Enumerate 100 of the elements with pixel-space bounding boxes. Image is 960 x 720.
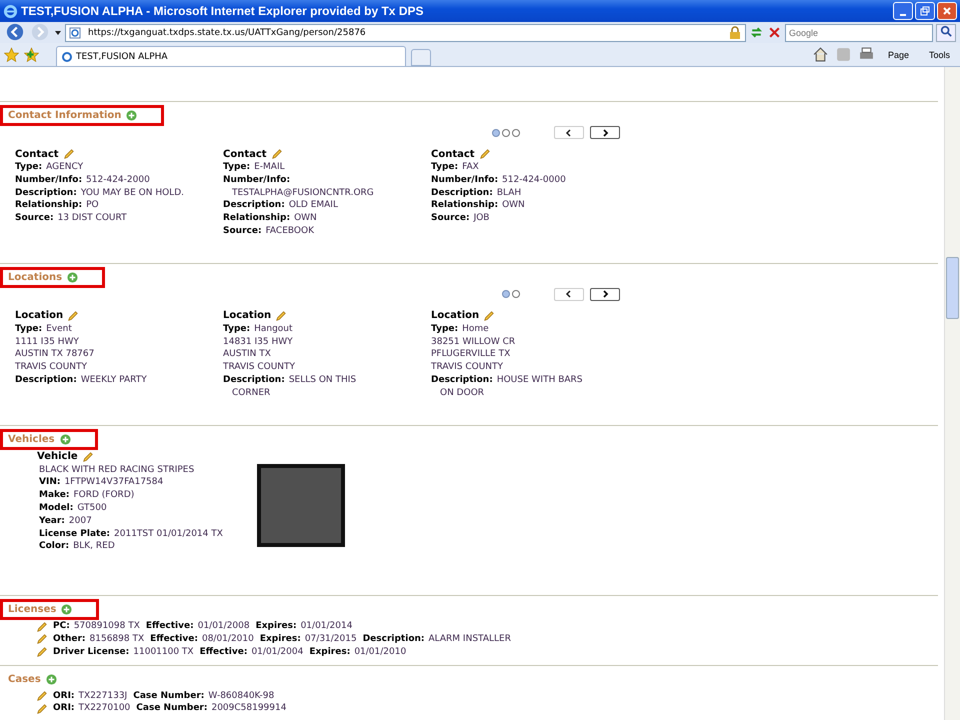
address-field[interactable]: https://txganguat.txdps.state.tx.us/UATTxGang/person/25876 (65, 24, 746, 42)
pencil-icon[interactable] (275, 310, 288, 322)
field-line: Type: Hangout (223, 322, 294, 336)
pager-dot[interactable] (512, 290, 520, 298)
pencil-icon[interactable] (36, 633, 48, 646)
chevron-left-icon (565, 290, 573, 298)
pager-dot[interactable] (502, 290, 510, 298)
field-line: PFLUGERVILLE TX (431, 348, 512, 362)
field-line: Number/Info: 512-424-2000 (15, 174, 151, 187)
chevron-left-icon (565, 128, 573, 136)
pencil-icon[interactable] (36, 702, 48, 715)
card-title: Contact (223, 148, 267, 160)
add-icon[interactable] (126, 110, 138, 121)
browser-logo-icon (3, 4, 18, 18)
next-button[interactable] (590, 288, 620, 301)
field-line: Description: OLD EMAIL (223, 199, 339, 212)
field-line: TRAVIS COUNTY (431, 361, 504, 374)
field-value: CORNER (231, 386, 272, 400)
pencil-icon[interactable] (36, 620, 48, 633)
field-line: Relationship: PO (15, 199, 100, 212)
field-line: AUSTIN TX (223, 348, 272, 362)
add-icon[interactable] (46, 674, 57, 685)
field-line: Relationship: OWN (431, 199, 526, 212)
card-title: Vehicle (37, 451, 78, 462)
refresh-icon[interactable] (749, 25, 764, 40)
field-line: Source: JOB (431, 212, 490, 225)
browser-tab[interactable]: TEST,FUSION ALPHA (56, 46, 406, 66)
next-button[interactable] (590, 126, 620, 139)
pager-dot[interactable] (502, 128, 510, 136)
field-line: Year: 2007 (39, 514, 93, 528)
field-line: Description: HOUSE WITH BARS (431, 374, 584, 387)
pencil-icon[interactable] (67, 310, 80, 322)
card-title: Location (431, 310, 480, 322)
search-button[interactable] (936, 24, 956, 42)
section-title: Vehicles (8, 434, 55, 445)
field-line: Type: Home (431, 322, 490, 336)
pencil-icon[interactable] (483, 310, 496, 322)
close-icon (942, 6, 952, 16)
restore-button[interactable] (915, 2, 935, 20)
minimize-button[interactable] (893, 2, 913, 20)
home-icon[interactable] (812, 47, 828, 62)
star-icon[interactable] (4, 47, 19, 62)
scrollbar[interactable] (944, 67, 960, 720)
add-icon[interactable] (67, 272, 78, 283)
back-button[interactable] (4, 22, 26, 42)
record-line: Other: 8156898 TX Effective: 08/01/2010 Expires: 07/31/2015 Description: ALARM INSTALLER (53, 632, 512, 646)
field-line: Make: FORD (FORD) (39, 489, 136, 502)
lock-icon (728, 26, 742, 40)
pencil-icon[interactable] (82, 450, 94, 463)
add-favorite-icon[interactable] (24, 47, 39, 62)
minimize-icon (900, 14, 906, 16)
field-line: Description: BLAH (431, 186, 522, 200)
add-icon[interactable] (60, 434, 71, 445)
card-title: Contact (15, 148, 59, 160)
field-line: Model: GT500 (39, 502, 108, 515)
previous-button[interactable] (554, 126, 584, 139)
field-line: Source: 13 DIST COURT (15, 212, 128, 225)
previous-button[interactable] (554, 288, 584, 301)
pencil-icon[interactable] (36, 646, 48, 658)
field-line: License Plate: 2011TST 01/01/2014 TX (39, 528, 223, 540)
field-line: Number/Info: 512-424-0000 (431, 174, 567, 187)
field-line: AUSTIN TX 78767 (15, 348, 96, 362)
field-line: Description: YOU MAY BE ON HOLD. (15, 186, 185, 200)
section-title: Cases (8, 674, 41, 685)
field-line: VIN: 1FTPW14V37FA17584 (39, 476, 164, 490)
field-line: Type: AGENCY (15, 161, 84, 174)
pencil-icon[interactable] (478, 148, 491, 160)
record-line: Driver License: 11001100 TX Effective: 01/01/2004 Expires: 01/01/2010 (53, 646, 408, 659)
section-title: Locations (8, 272, 62, 283)
field-line: 14831 I35 HWY (223, 336, 294, 348)
pager-dot[interactable] (492, 128, 500, 136)
field-value: TESTALPHA@FUSIONCNTR.ORG (231, 186, 375, 200)
tools-menu-button[interactable]: Tools (922, 50, 956, 60)
field-line: Description: SELLS ON THIS (223, 374, 358, 387)
search-field[interactable]: Google (785, 24, 933, 42)
field-line: TRAVIS COUNTY (15, 361, 88, 374)
record-line: ORI: TX227133J Case Number: W-860840K-98 (53, 690, 276, 702)
field-line: Type: FAX (431, 161, 480, 174)
pencil-icon[interactable] (36, 690, 48, 702)
restore-icon (920, 6, 930, 16)
stop-icon[interactable] (767, 25, 782, 40)
field-line: Relationship: OWN (223, 212, 318, 225)
record-line: PC: 570891098 TX Effective: 01/01/2008 Expires: 01/01/2014 (53, 620, 354, 633)
dropdown-caret-icon (54, 28, 62, 36)
pencil-icon[interactable] (270, 148, 283, 160)
section-title: Licenses (8, 604, 56, 616)
close-button[interactable] (937, 2, 957, 20)
pager-dot[interactable] (512, 128, 520, 136)
chevron-right-icon (601, 290, 609, 298)
field-line: 38251 WILLOW CR (431, 336, 516, 348)
window-title: TEST,FUSION ALPHA - Microsoft Internet Explorer provided by Tx DPS (21, 4, 424, 18)
page-menu-button[interactable]: Page (882, 50, 915, 60)
pencil-icon[interactable] (62, 148, 75, 160)
add-icon[interactable] (61, 604, 72, 616)
field-line: TRAVIS COUNTY (223, 361, 296, 374)
page-icon (69, 26, 81, 38)
card-title: Location (15, 310, 64, 322)
field-line: Color: BLK, RED (39, 540, 116, 554)
printer-icon[interactable] (858, 47, 874, 62)
field-line: Source: FACEBOOK (223, 224, 315, 238)
